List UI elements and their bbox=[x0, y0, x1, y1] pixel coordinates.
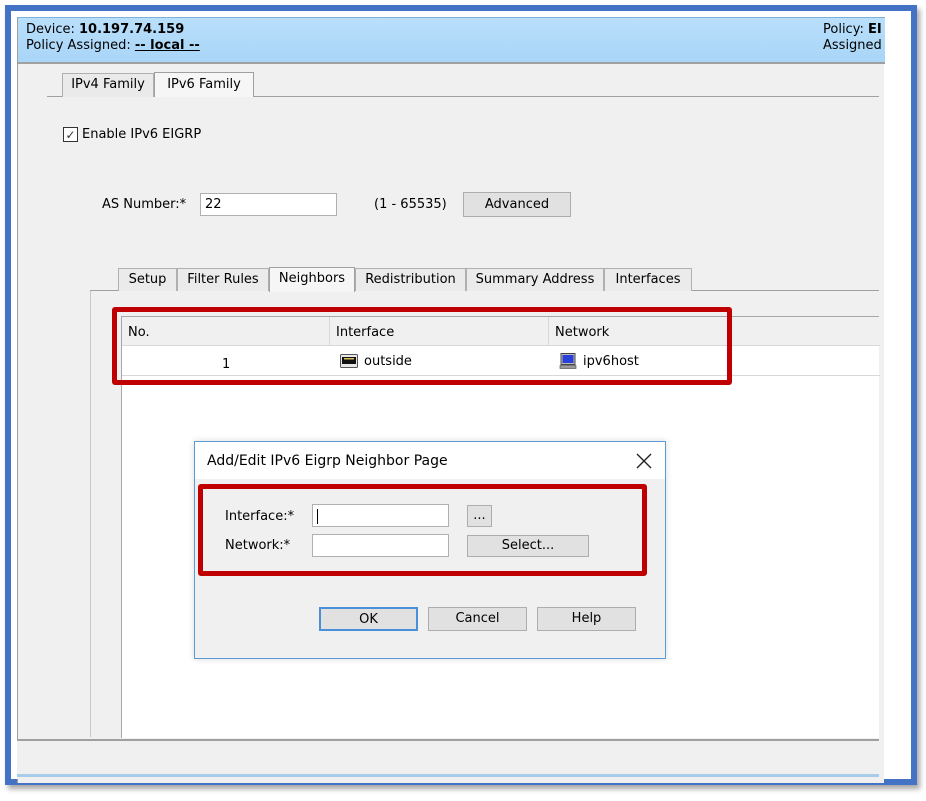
column-header-network[interactable]: Network bbox=[549, 317, 880, 346]
device-label: Device: bbox=[26, 22, 75, 37]
column-header-interface[interactable]: Interface bbox=[330, 317, 549, 346]
network-label: Network:* bbox=[225, 538, 291, 553]
host-computer-icon bbox=[559, 353, 577, 369]
cell-interface: outside bbox=[340, 347, 412, 375]
tab-ipv4-family[interactable]: IPv4 Family bbox=[62, 73, 154, 97]
close-icon[interactable] bbox=[633, 449, 655, 471]
tab-summary-address[interactable]: Summary Address bbox=[466, 268, 604, 291]
device-line: Device: 10.197.74.159 bbox=[26, 22, 885, 38]
tab-setup[interactable]: Setup bbox=[118, 268, 177, 291]
policy-value: EI bbox=[867, 22, 882, 37]
as-number-range-hint: (1 - 65535) bbox=[374, 197, 447, 212]
enable-ipv6-eigrp-checkbox[interactable]: ✓ bbox=[63, 127, 78, 142]
network-input[interactable] bbox=[312, 534, 449, 557]
advanced-button[interactable]: Advanced bbox=[463, 192, 571, 217]
enable-ipv6-eigrp-row[interactable]: ✓ Enable IPv6 EIGRP bbox=[63, 127, 201, 142]
column-header-no[interactable]: No. bbox=[122, 317, 330, 346]
as-number-label: AS Number:* bbox=[102, 197, 187, 212]
policy-info: Policy: EI Assigned bbox=[823, 22, 885, 54]
table-header: No. Interface Network bbox=[122, 317, 880, 346]
tab-ipv6-family[interactable]: IPv6 Family bbox=[154, 72, 254, 97]
tab-neighbors[interactable]: Neighbors bbox=[269, 267, 355, 292]
add-edit-neighbor-dialog: Add/Edit IPv6 Eigrp Neighbor Page Interf… bbox=[194, 441, 666, 659]
cell-network: ipv6host bbox=[559, 347, 639, 375]
tab-interfaces[interactable]: Interfaces bbox=[604, 268, 692, 291]
policy-assigned-label: Policy Assigned: bbox=[26, 38, 131, 53]
cell-no: 1 bbox=[222, 356, 231, 372]
dialog-title: Add/Edit IPv6 Eigrp Neighbor Page bbox=[207, 453, 448, 469]
cancel-button[interactable]: Cancel bbox=[428, 607, 527, 631]
select-network-button[interactable]: Select... bbox=[467, 535, 589, 557]
network-port-icon bbox=[340, 353, 358, 369]
interface-browse-button[interactable]: ... bbox=[467, 505, 492, 527]
ok-button[interactable]: OK bbox=[319, 607, 418, 631]
interface-value: outside bbox=[364, 353, 412, 369]
policy-assigned-link[interactable]: -- local -- bbox=[135, 38, 200, 53]
interface-input[interactable] bbox=[312, 504, 449, 527]
help-button[interactable]: Help bbox=[537, 607, 636, 631]
tab-redistribution[interactable]: Redistribution bbox=[355, 268, 466, 291]
text-caret bbox=[317, 509, 318, 524]
tab-filter-rules[interactable]: Filter Rules bbox=[177, 268, 269, 291]
as-number-input[interactable] bbox=[200, 193, 337, 216]
bottom-status-bar bbox=[17, 739, 879, 779]
assigned-label: Assigned bbox=[823, 38, 882, 53]
network-value: ipv6host bbox=[583, 353, 639, 369]
policy-assigned-line: Policy Assigned: -- local -- bbox=[26, 38, 885, 54]
table-row[interactable]: 1 outside ipv6host bbox=[122, 347, 880, 376]
device-header: Device: 10.197.74.159 Policy Assigned: -… bbox=[18, 17, 885, 64]
device-ip: 10.197.74.159 bbox=[78, 22, 185, 37]
dialog-title-bar: Add/Edit IPv6 Eigrp Neighbor Page bbox=[195, 442, 665, 479]
interface-label: Interface:* bbox=[225, 509, 295, 524]
policy-label: Policy: bbox=[823, 22, 864, 37]
enable-ipv6-eigrp-label: Enable IPv6 EIGRP bbox=[82, 127, 202, 142]
